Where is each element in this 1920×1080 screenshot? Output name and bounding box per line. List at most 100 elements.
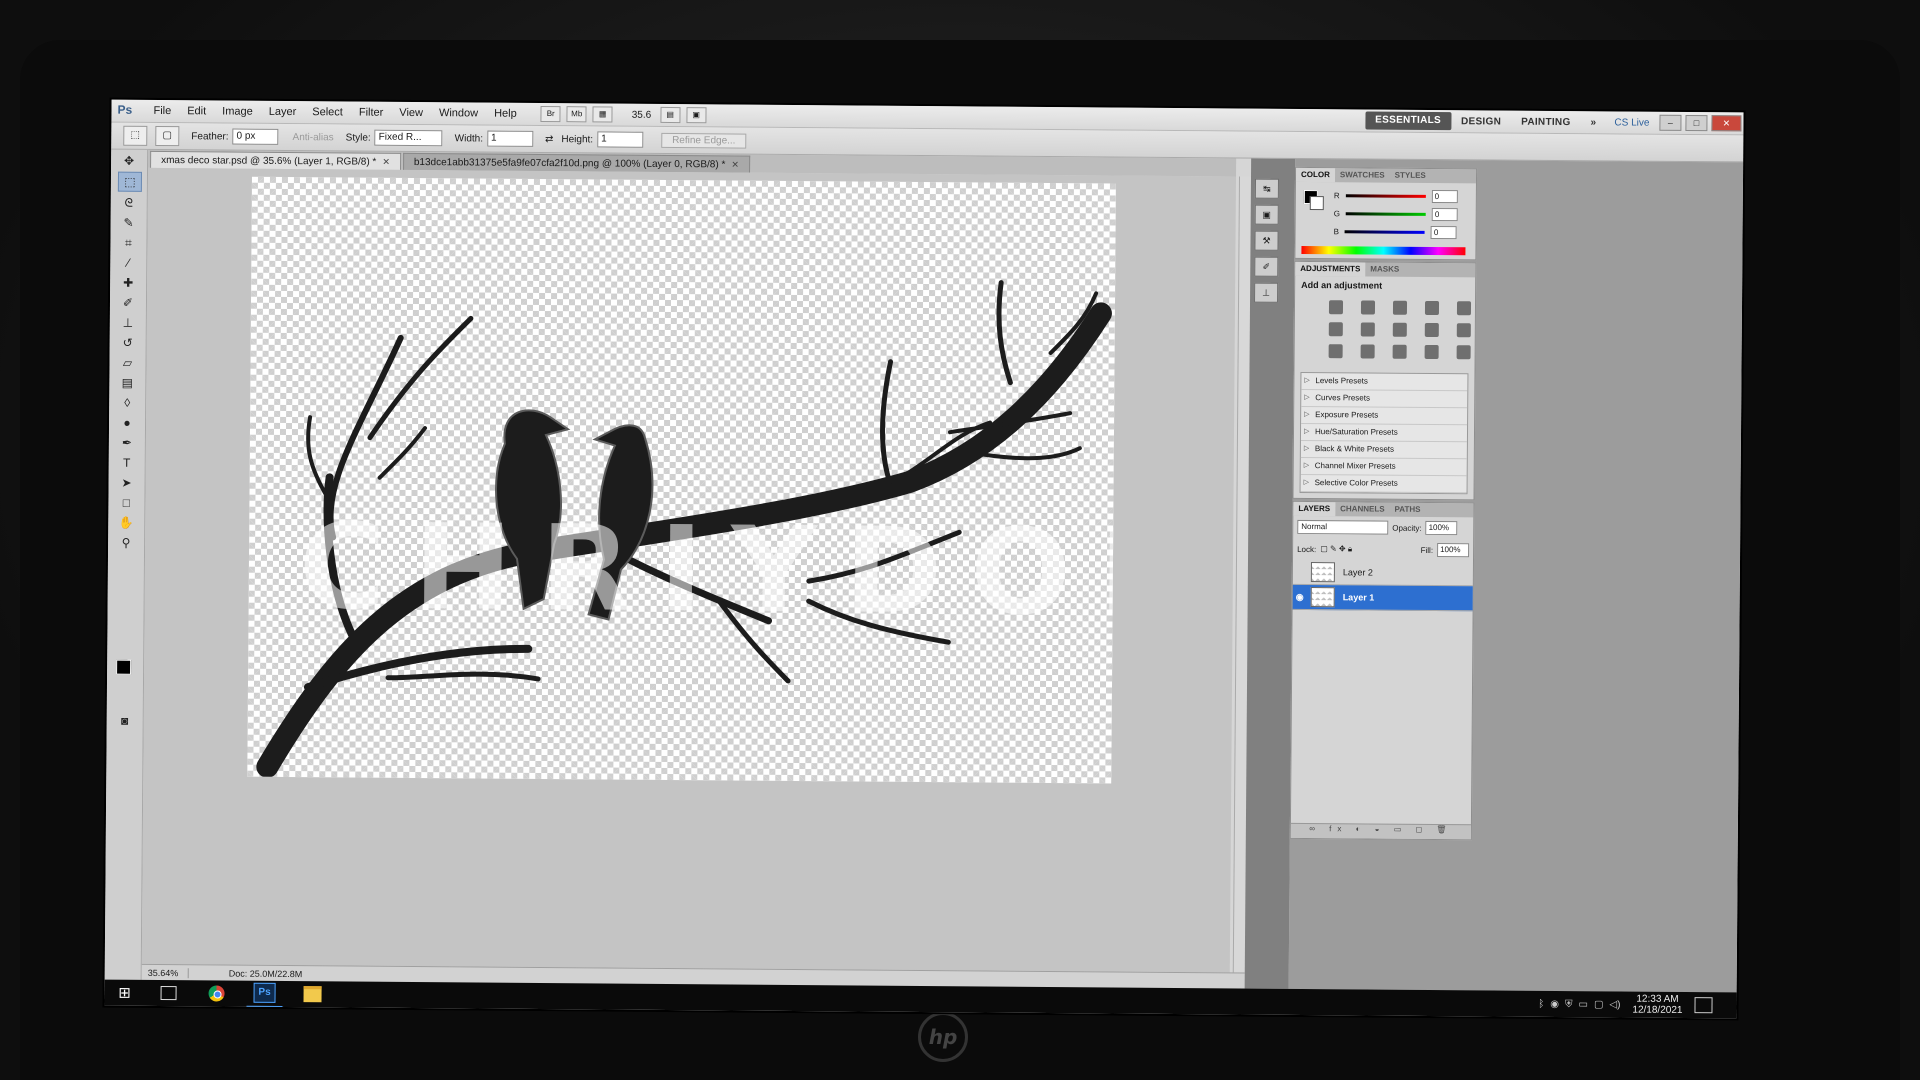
black-white-icon[interactable]	[1392, 322, 1407, 337]
invert-icon[interactable]	[1328, 344, 1343, 359]
security-icon[interactable]: ⛨	[1565, 999, 1573, 1010]
tool-presets-icon[interactable]: ⚒	[1254, 230, 1279, 251]
visibility-eye-icon[interactable]: ◉	[1293, 591, 1307, 602]
spot-healing-tool-icon[interactable]: ✚	[117, 274, 139, 292]
selective-color-icon[interactable]	[1456, 345, 1471, 360]
task-view-button[interactable]	[150, 980, 186, 1006]
anti-alias-checkbox[interactable]: Anti-alias	[293, 132, 334, 143]
brush-tool-icon[interactable]: ✐	[117, 294, 139, 312]
threshold-icon[interactable]	[1392, 344, 1407, 359]
tab-styles[interactable]: STYLES	[1390, 169, 1431, 183]
windows-start-icon[interactable]: ⊞	[104, 984, 144, 1002]
workspace-painting[interactable]: PAINTING	[1511, 116, 1581, 128]
screen-mode-button[interactable]: ▣	[686, 107, 707, 124]
blue-slider[interactable]	[1344, 229, 1425, 234]
tab-masks[interactable]: MASKS	[1365, 262, 1404, 276]
tab-channels[interactable]: CHANNELS	[1335, 502, 1390, 516]
style-select[interactable]: Fixed R...	[374, 129, 443, 147]
preset-levels[interactable]: Levels Presets	[1301, 372, 1468, 392]
path-selection-tool-icon[interactable]: ➤	[116, 474, 138, 492]
close-icon[interactable]: ✕	[731, 159, 739, 169]
move-tool-icon[interactable]: ✥	[118, 152, 140, 170]
eraser-tool-icon[interactable]: ▱	[116, 354, 138, 372]
minibridge-button[interactable]: Mb	[566, 106, 587, 123]
red-value[interactable]: 0	[1431, 189, 1458, 203]
gradient-tool-icon[interactable]: ▤	[116, 374, 138, 392]
clone-stamp-tool-icon[interactable]: ⊥	[117, 314, 139, 332]
view-extras-button[interactable]: ▦	[592, 106, 613, 123]
tab-swatches[interactable]: SWATCHES	[1335, 168, 1390, 182]
cs-live-button[interactable]: CS Live	[1606, 117, 1657, 128]
history-brush-tool-icon[interactable]: ↺	[117, 334, 139, 352]
menu-window[interactable]: Window	[431, 107, 486, 119]
menu-filter[interactable]: Filter	[351, 106, 392, 119]
clone-source-icon[interactable]: ⊥	[1254, 282, 1279, 303]
menu-layer[interactable]: Layer	[261, 106, 305, 118]
preset-exposure[interactable]: Exposure Presets	[1301, 406, 1468, 426]
bluetooth-icon[interactable]: ᛒ	[1538, 998, 1544, 1009]
preset-curves[interactable]: Curves Presets	[1301, 389, 1468, 409]
status-zoom[interactable]: 35.64%	[141, 967, 189, 979]
workspace-design[interactable]: DESIGN	[1451, 116, 1511, 127]
curves-icon[interactable]	[1392, 300, 1408, 315]
quick-selection-tool-icon[interactable]: ✎	[118, 214, 140, 232]
exposure-icon[interactable]	[1424, 300, 1440, 316]
photo-filter-icon[interactable]	[1424, 322, 1439, 338]
layer-row-layer-1[interactable]: ◉ Layer 1	[1292, 584, 1473, 612]
status-doc-size[interactable]: Doc: 25.0M/22.8M	[189, 968, 303, 980]
blur-tool-icon[interactable]: ◊	[116, 394, 138, 412]
crop-tool-icon[interactable]: ⌗	[117, 234, 139, 252]
tab-adjustments[interactable]: ADJUSTMENTS	[1295, 261, 1366, 277]
menu-view[interactable]: View	[391, 107, 431, 119]
preset-selective-color[interactable]: Selective Color Presets	[1300, 474, 1467, 494]
posterize-icon[interactable]	[1360, 344, 1375, 359]
dodge-tool-icon[interactable]: ●	[116, 414, 138, 432]
preset-channel-mixer[interactable]: Channel Mixer Presets	[1300, 457, 1467, 477]
layer-row-layer-2[interactable]: Layer 2	[1292, 559, 1473, 587]
red-slider[interactable]	[1345, 193, 1426, 198]
preset-black-white[interactable]: Black & White Presets	[1300, 440, 1467, 460]
gradient-map-icon[interactable]	[1424, 344, 1439, 360]
chrome-tray-icon[interactable]: ◉	[1550, 998, 1559, 1009]
network-icon[interactable]: ▢	[1594, 999, 1604, 1010]
file-explorer-taskbar-button[interactable]	[294, 981, 330, 1007]
vibrance-icon[interactable]	[1456, 301, 1472, 316]
blend-mode-select[interactable]: Normal	[1297, 519, 1389, 535]
minimize-button[interactable]: –	[1659, 114, 1682, 131]
taskbar-clock[interactable]: 12:33 AM 12/18/2021	[1632, 994, 1682, 1016]
workspace-more-icon[interactable]: »	[1581, 117, 1607, 128]
menu-image[interactable]: Image	[214, 105, 261, 117]
levels-icon[interactable]	[1360, 300, 1376, 315]
lock-icons[interactable]: ▢ ✎ ✥ 🔒︎	[1320, 544, 1352, 554]
fill-input[interactable]: 100%	[1437, 543, 1470, 558]
pen-tool-icon[interactable]: ✒	[116, 434, 138, 452]
feather-input[interactable]: 0 px	[232, 128, 279, 145]
hue-saturation-icon[interactable]	[1328, 322, 1343, 337]
preset-hue-saturation[interactable]: Hue/Saturation Presets	[1300, 423, 1468, 443]
zoom-tool-icon[interactable]: ⚲	[115, 534, 137, 552]
color-spectrum[interactable]	[1301, 245, 1466, 256]
close-button[interactable]: ✕	[1711, 115, 1742, 132]
canvas-area[interactable]: CHRIYDON	[141, 167, 1237, 973]
arrange-documents-button[interactable]: ▤	[660, 106, 681, 124]
device-icon[interactable]: ▭	[1578, 999, 1588, 1010]
zoom-level[interactable]: 35.6	[626, 109, 658, 120]
height-input[interactable]: 1	[597, 131, 644, 148]
close-icon[interactable]: ✕	[382, 157, 390, 167]
notifications-icon[interactable]	[1694, 997, 1713, 1014]
quick-mask-icon[interactable]: ◙	[114, 712, 136, 730]
doc-tab-xmas-deco-star[interactable]: xmas deco star.psd @ 35.6% (Layer 1, RGB…	[150, 150, 401, 170]
type-tool-icon[interactable]: T	[116, 454, 138, 472]
marquee-tool-preset-icon[interactable]: ⬚	[123, 125, 148, 146]
blue-value[interactable]: 0	[1430, 225, 1457, 239]
rectangular-marquee-tool-icon[interactable]: ⬚	[117, 171, 143, 192]
menu-help[interactable]: Help	[486, 108, 525, 120]
navigator-panel-icon[interactable]: ▣	[1254, 204, 1279, 225]
channel-mixer-icon[interactable]	[1456, 323, 1471, 338]
menu-edit[interactable]: Edit	[179, 105, 214, 117]
workspace-essentials[interactable]: ESSENTIALS	[1365, 111, 1452, 131]
opacity-input[interactable]: 100%	[1425, 520, 1458, 536]
color-bg-swatch[interactable]	[1309, 196, 1324, 211]
volume-icon[interactable]: ◁)	[1609, 999, 1620, 1010]
foreground-color-swatch[interactable]	[116, 659, 132, 675]
